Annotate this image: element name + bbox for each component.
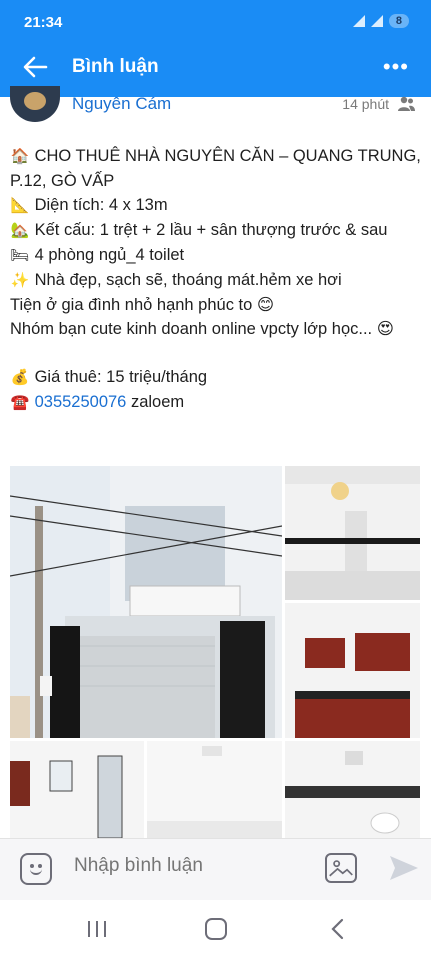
avatar[interactable] xyxy=(10,86,60,122)
post-line-text: CHO THUÊ NHÀ NGUYÊN CĂN – QUANG TRUNG, P… xyxy=(10,147,421,190)
contact-suffix: zaloem xyxy=(126,393,185,411)
photo-house-exterior[interactable] xyxy=(10,466,282,738)
post-line-text: Nhà đẹp, sạch sẽ, thoáng mát.hẻm xe hơi xyxy=(34,271,342,289)
image-icon[interactable] xyxy=(325,853,357,883)
post-time: 14 phút xyxy=(342,96,389,112)
price-text: Giá thuê: 15 triệu/tháng xyxy=(34,368,208,386)
send-icon[interactable] xyxy=(388,853,420,883)
photo-kitchen[interactable] xyxy=(285,603,420,738)
top-bar: 21:34 8 Bình luận ••• xyxy=(0,0,431,97)
wifi-icon xyxy=(352,15,365,27)
post-line-text: Kết cấu: 1 trệt + 2 lầu + sân thượng trư… xyxy=(34,221,388,239)
house-garden-icon: 🏡 xyxy=(10,222,30,239)
author-name[interactable]: Nguyên Cám xyxy=(72,94,171,114)
home-icon[interactable] xyxy=(205,918,227,940)
house-icon: 🏠 xyxy=(10,148,30,165)
sparkles-icon: ✨ xyxy=(10,272,30,289)
photo-bedroom[interactable] xyxy=(10,741,144,838)
bed-icon: 🛏 xyxy=(10,247,30,264)
phone-link[interactable]: 0355250076 xyxy=(35,393,127,411)
page-title: Bình luận xyxy=(72,56,159,77)
price-line: 💰 Giá thuê: 15 triệu/tháng xyxy=(10,365,424,390)
photo-bathroom[interactable] xyxy=(285,741,420,838)
status-icons: 8 xyxy=(352,14,409,28)
status-bar: 21:34 8 xyxy=(0,0,431,40)
photo-living-room[interactable] xyxy=(285,466,420,600)
battery-indicator: 8 xyxy=(388,14,409,28)
post-line-text: 4 phòng ngủ_4 toilet xyxy=(34,246,185,264)
post-line: 🛏 4 phòng ngủ_4 toilet xyxy=(10,243,424,268)
post-line-text: Diện tích: 4 x 13m xyxy=(34,196,168,214)
post-line: 🏡 Kết cấu: 1 trệt + 2 lầu + sân thượng t… xyxy=(10,218,424,243)
post-body: 🏠 CHO THUÊ NHÀ NGUYÊN CĂN – QUANG TRUNG,… xyxy=(10,144,424,415)
post-line: Nhóm bạn cute kinh doanh online vpcty lớ… xyxy=(10,320,394,338)
friends-icon xyxy=(398,96,415,111)
recent-apps-icon[interactable] xyxy=(86,920,108,938)
signal-icon xyxy=(370,15,383,27)
post-line: Tiện ở gia đình nhỏ hạnh phúc to 😊 xyxy=(10,296,275,314)
ruler-icon: 📐 xyxy=(10,197,30,214)
money-bag-icon: 💰 xyxy=(10,369,30,386)
comment-input[interactable] xyxy=(74,855,294,877)
post-header: Nguyên Cám 14 phút xyxy=(0,86,431,128)
back-nav-icon[interactable] xyxy=(328,918,348,940)
post-line: 🏠 CHO THUÊ NHÀ NGUYÊN CĂN – QUANG TRUNG,… xyxy=(10,144,424,193)
emoji-icon[interactable] xyxy=(20,853,52,885)
contact-line: ☎️ 0355250076 zaloem xyxy=(10,390,424,415)
post-line: ✨ Nhà đẹp, sạch sẽ, thoáng mát.hẻm xe hơ… xyxy=(10,268,424,293)
post-line: 📐 Diện tích: 4 x 13m xyxy=(10,193,424,218)
app-bar: Bình luận ••• xyxy=(0,42,431,92)
telephone-icon: ☎️ xyxy=(10,394,30,411)
more-horizontal-icon[interactable]: ••• xyxy=(383,54,409,80)
status-time: 21:34 xyxy=(24,14,63,31)
arrow-left-icon[interactable] xyxy=(20,52,50,82)
photo-room[interactable] xyxy=(147,741,282,838)
photo-grid xyxy=(10,466,420,838)
system-nav-bar xyxy=(0,900,431,960)
comment-bar xyxy=(0,838,431,900)
